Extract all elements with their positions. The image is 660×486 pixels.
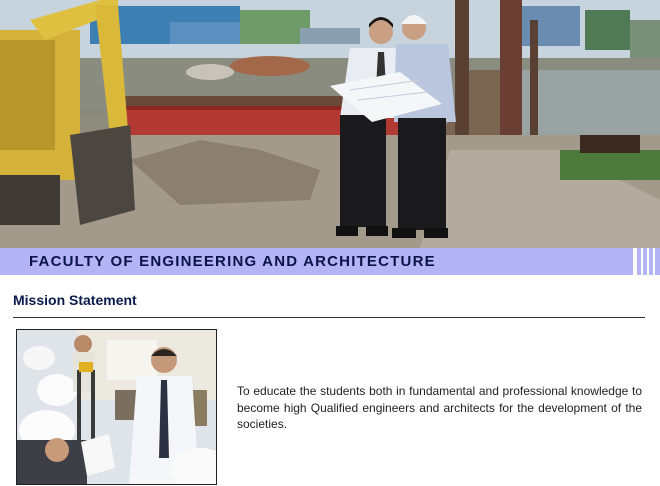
mission-heading: Mission Statement <box>13 292 137 308</box>
band-stripe <box>633 248 637 275</box>
band-stripe <box>653 248 655 275</box>
section-divider <box>13 317 645 318</box>
header-banner-photo <box>0 0 660 248</box>
construction-site-illustration <box>0 0 660 248</box>
engineers-classroom-illustration <box>17 330 216 484</box>
classroom-photo <box>16 329 217 485</box>
mission-text: To educate the students both in fundamen… <box>237 384 642 431</box>
band-stripe <box>641 248 643 275</box>
faculty-title: FACULTY OF ENGINEERING AND ARCHITECTURE <box>29 253 436 270</box>
title-band: FACULTY OF ENGINEERING AND ARCHITECTURE <box>0 248 660 275</box>
band-stripe <box>647 248 649 275</box>
